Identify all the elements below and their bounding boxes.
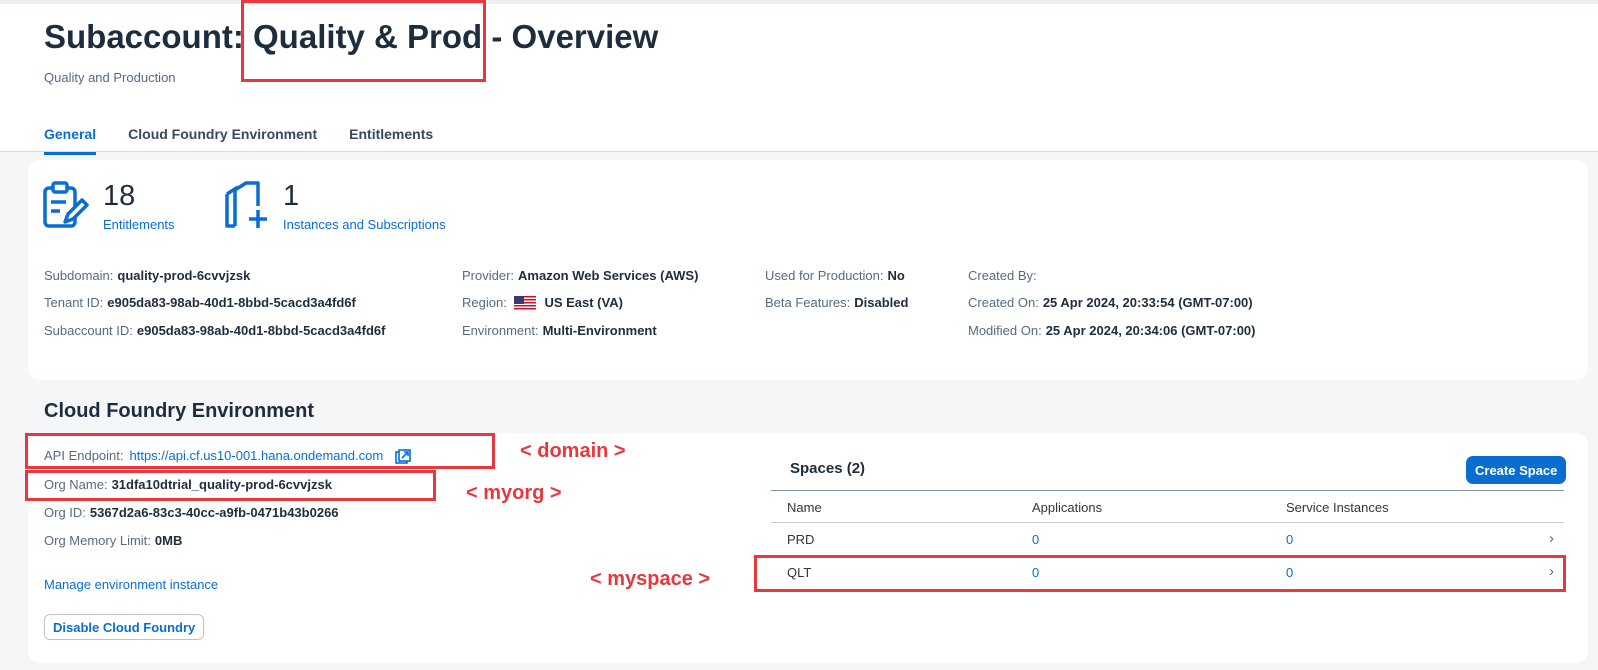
applications-count-link[interactable]: 0 — [1032, 532, 1039, 547]
entitlements-count: 18 — [103, 180, 136, 212]
created-by-field: Created By: — [968, 268, 1037, 283]
org-id-value: 5367d2a6-83c3-40cc-a9fb-0471b43b0266 — [89, 505, 339, 520]
subdomain-field: Subdomain: quality-prod-6cvvjzsk — [44, 268, 251, 283]
table-header: Name Applications Service Instances — [771, 490, 1564, 523]
modified-on-value: 25 Apr 2024, 20:34:06 (GMT-07:00) — [1045, 323, 1256, 338]
used-for-production-value: No — [887, 268, 905, 283]
us-flag-icon — [514, 296, 537, 312]
instances-stat: 1 Instances and Subscriptions — [222, 180, 446, 232]
region-value: US East (VA) — [544, 295, 623, 310]
entitlements-stat: 18 Entitlements — [42, 180, 175, 232]
manage-environment-link[interactable]: Manage environment instance — [44, 577, 218, 592]
org-memory-value: 0MB — [154, 533, 183, 548]
environment-value: Multi-Environment — [542, 323, 657, 338]
entitlements-link[interactable]: Entitlements — [103, 217, 175, 232]
region-field: Region: US East (VA) — [462, 295, 623, 312]
myorg-annotation: < myorg > — [466, 482, 562, 504]
created-on-value: 25 Apr 2024, 20:33:54 (GMT-07:00) — [1042, 295, 1253, 310]
column-header-name[interactable]: Name — [787, 500, 822, 515]
org-memory-field: Org Memory Limit: 0MB — [44, 533, 183, 548]
page-header: Subaccount: Quality & Prod - Overview Qu… — [0, 0, 1598, 155]
page-subtitle: Quality and Production — [44, 70, 176, 85]
modified-on-field: Modified On: 25 Apr 2024, 20:34:06 (GMT-0… — [968, 323, 1256, 338]
tab-entitlements[interactable]: Entitlements — [349, 126, 433, 155]
service-instances-count-link[interactable]: 0 — [1286, 532, 1293, 547]
tenant-id-value: e905da83-98ab-40d1-8bbd-5cacd3a4fd6f — [107, 295, 356, 310]
tenant-id-field: Tenant ID: e905da83-98ab-40d1-8bbd-5cacd3… — [44, 295, 356, 310]
beta-features-field: Beta Features: Disabled — [765, 295, 909, 310]
tab-cloud-foundry[interactable]: Cloud Foundry Environment — [128, 126, 317, 155]
clipboard-edit-icon — [43, 181, 89, 228]
domain-annotation: < domain > — [520, 440, 626, 462]
title-prefix: Subaccount: — [44, 18, 254, 55]
column-header-applications[interactable]: Applications — [1032, 500, 1102, 515]
instances-add-icon — [225, 181, 267, 228]
environment-field: Environment: Multi-Environment — [462, 323, 657, 338]
subdomain-value: quality-prod-6cvvjzsk — [117, 268, 251, 283]
column-header-service-instances[interactable]: Service Instances — [1286, 500, 1389, 515]
subaccount-id-value: e905da83-98ab-40d1-8bbd-5cacd3a4fd6f — [136, 323, 386, 338]
instances-count: 1 — [283, 180, 300, 212]
provider-value: Amazon Web Services (AWS) — [518, 268, 699, 283]
myspace-annotation: < myspace > — [590, 568, 711, 590]
org-id-field: Org ID: 5367d2a6-83c3-40cc-a9fb-0471b43b0… — [44, 505, 339, 520]
space-highlight-box — [754, 555, 1566, 592]
spaces-title: Spaces (2) — [790, 460, 866, 477]
beta-features-value: Disabled — [854, 295, 909, 310]
instances-link[interactable]: Instances and Subscriptions — [283, 217, 446, 232]
create-space-button[interactable]: Create Space — [1466, 456, 1567, 484]
space-name: PRD — [787, 532, 815, 547]
subaccount-id-field: Subaccount ID: e905da83-98ab-40d1-8bbd-5c… — [44, 323, 386, 338]
chevron-right-icon[interactable]: › — [1549, 530, 1554, 547]
org-highlight-box — [25, 470, 436, 501]
provider-field: Provider: Amazon Web Services (AWS) — [462, 268, 699, 283]
tab-bar: General Cloud Foundry Environment Entitl… — [44, 126, 433, 155]
domain-highlight-box — [25, 433, 495, 469]
used-for-production-field: Used for Production: No — [765, 268, 905, 283]
table-row-prd[interactable]: PRD 0 0 › — [771, 523, 1564, 556]
cf-section-title: Cloud Foundry Environment — [44, 400, 314, 422]
created-on-field: Created On: 25 Apr 2024, 20:33:54 (GMT-07… — [968, 295, 1253, 310]
title-highlight-box — [241, 0, 486, 82]
title-suffix: - Overview — [482, 18, 659, 55]
disable-cloud-foundry-button[interactable]: Disable Cloud Foundry — [44, 614, 205, 640]
tab-general[interactable]: General — [44, 126, 97, 155]
